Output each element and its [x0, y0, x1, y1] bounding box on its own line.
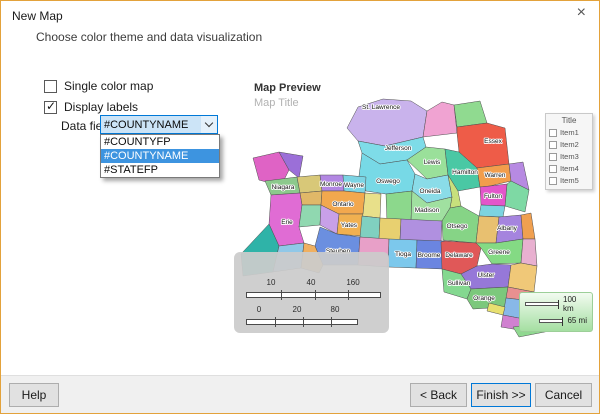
- county-label-madison: Madison: [415, 207, 440, 214]
- county-label-delaware: Delaware: [445, 252, 473, 259]
- county-label-oswego: Oswego: [376, 178, 400, 185]
- dropdown-option-countyname[interactable]: #COUNTYNAME: [101, 149, 219, 163]
- scale-label: 80: [330, 305, 340, 314]
- legend-items: Item1 Item2 Item3 Item4 Item5: [549, 128, 589, 185]
- combobox-dropdown-button[interactable]: [201, 116, 217, 133]
- legend-item-label: Item3: [560, 152, 579, 161]
- county-region-16: [520, 212, 536, 240]
- scale-label: 40: [306, 278, 316, 287]
- county-label-fulton: Fulton: [484, 193, 502, 200]
- legend-item-label: Item2: [560, 140, 579, 149]
- legend-swatch: [549, 128, 557, 137]
- help-button[interactable]: Help: [9, 383, 59, 407]
- km-scale-label: 100 km: [563, 294, 577, 313]
- legend-swatch: [549, 140, 557, 149]
- county-region-13: [361, 192, 382, 219]
- dropdown-option-statefp[interactable]: #STATEFP: [101, 163, 219, 177]
- scale-label: 160: [346, 278, 360, 287]
- preview-heading: Map Preview: [254, 82, 321, 94]
- display-labels-label: Display labels: [64, 100, 139, 114]
- mi-scale-row: 65 mi: [525, 312, 587, 329]
- county-region-4: [453, 100, 488, 128]
- close-icon[interactable]: ×: [577, 5, 586, 21]
- county-region-11: [298, 204, 322, 228]
- finish-button[interactable]: Finish >>: [471, 383, 531, 407]
- new-map-dialog: New Map × Choose color theme and data vi…: [0, 0, 600, 414]
- county-region-3: [422, 101, 458, 138]
- county-label-otsego: Otsego: [447, 223, 468, 230]
- county-label-ulster: Ulster: [478, 272, 496, 279]
- county-label-essex: Essex: [484, 138, 502, 145]
- county-label-albany: Albany: [497, 225, 518, 232]
- county-region-21: [520, 238, 538, 267]
- legend-item-label: Item5: [560, 176, 579, 185]
- county-label-sullivan: Sullivan: [448, 280, 471, 287]
- legend-swatch: [549, 164, 557, 173]
- county-label-st-lawrence: St. Lawrence: [362, 104, 400, 111]
- county-region-9: [296, 174, 323, 194]
- data-field-combobox[interactable]: #COUNTYNAME: [100, 115, 218, 134]
- scalebar2-labels: 0 20 80: [234, 305, 389, 314]
- dialog-subtitle: Choose color theme and data visualizatio…: [36, 30, 263, 44]
- data-field-dropdown-list: #COUNTYFP #COUNTYNAME #STATEFP: [100, 134, 220, 178]
- mi-scale-bar: [539, 316, 564, 326]
- map-legend: Title Item1 Item2 Item3 Item4 Item5: [545, 113, 593, 190]
- single-color-label: Single color map: [64, 79, 154, 93]
- legend-item: Item1: [549, 128, 589, 137]
- county-region-15: [475, 215, 500, 244]
- distance-scale: 100 km 65 mi: [519, 292, 593, 332]
- display-labels-checkbox[interactable]: [44, 99, 57, 114]
- county-label-warren: Warren: [484, 172, 505, 179]
- display-labels-option[interactable]: Display labels: [44, 99, 139, 114]
- county-label-greene: Greene: [488, 249, 510, 256]
- county-label-wayne: Wayne: [344, 182, 364, 189]
- county-label-erie: Erie: [281, 219, 293, 226]
- county-label-orange: Orange: [473, 295, 495, 302]
- legend-title: Title: [561, 116, 577, 125]
- county-label-hamilton: Hamilton: [452, 169, 478, 176]
- legend-item: Item4: [549, 164, 589, 173]
- county-region-19: [399, 218, 443, 243]
- legend-item-label: Item1: [560, 128, 579, 137]
- scale-label: 10: [266, 278, 276, 287]
- county-label-tioga: Tioga: [395, 251, 411, 258]
- county-label-ontario: Ontario: [332, 201, 354, 208]
- scalebar1-labels: 10 40 160: [234, 278, 389, 287]
- county-label-oneida: Oneida: [420, 188, 441, 195]
- scalebar2: [246, 317, 358, 327]
- county-label-jefferson: Jefferson: [385, 145, 412, 152]
- county-region-8: [478, 204, 506, 218]
- footer-bar: Help < Back Finish >> Cancel: [1, 375, 599, 413]
- single-color-map-option[interactable]: Single color map: [44, 79, 153, 93]
- combobox-value: #COUNTYNAME: [104, 118, 189, 131]
- scale-label: 20: [292, 305, 302, 314]
- cancel-button[interactable]: Cancel: [535, 383, 592, 407]
- legend-swatch: [549, 176, 557, 185]
- county-label-broome: Broome: [418, 252, 441, 259]
- chevron-down-icon: [204, 118, 214, 128]
- scalebar1: [246, 290, 381, 300]
- window-title: New Map: [12, 9, 63, 23]
- mi-scale-label: 65 mi: [567, 316, 587, 325]
- county-label-yates: Yates: [341, 222, 358, 229]
- back-button[interactable]: < Back: [410, 383, 467, 407]
- county-label-lewis: Lewis: [424, 159, 441, 166]
- scale-panel: 10 40 160 0 20 80: [234, 252, 389, 333]
- single-color-checkbox[interactable]: [44, 79, 57, 93]
- county-region-14: [385, 190, 413, 223]
- county-region-17: [359, 215, 381, 240]
- legend-item: Item5: [549, 176, 589, 185]
- county-label-monroe: Monroe: [320, 181, 342, 188]
- km-scale-row: 100 km: [525, 294, 587, 313]
- county-region-18: [378, 217, 402, 241]
- county-region-10: [299, 190, 323, 206]
- km-scale-bar: [525, 299, 559, 309]
- legend-item: Item2: [549, 140, 589, 149]
- legend-item-label: Item4: [560, 164, 579, 173]
- legend-item: Item3: [549, 152, 589, 161]
- county-label-niagara: Niagara: [272, 184, 295, 191]
- dropdown-option-countyfp[interactable]: #COUNTYFP: [101, 135, 219, 149]
- legend-swatch: [549, 152, 557, 161]
- scale-label: 0: [256, 305, 262, 314]
